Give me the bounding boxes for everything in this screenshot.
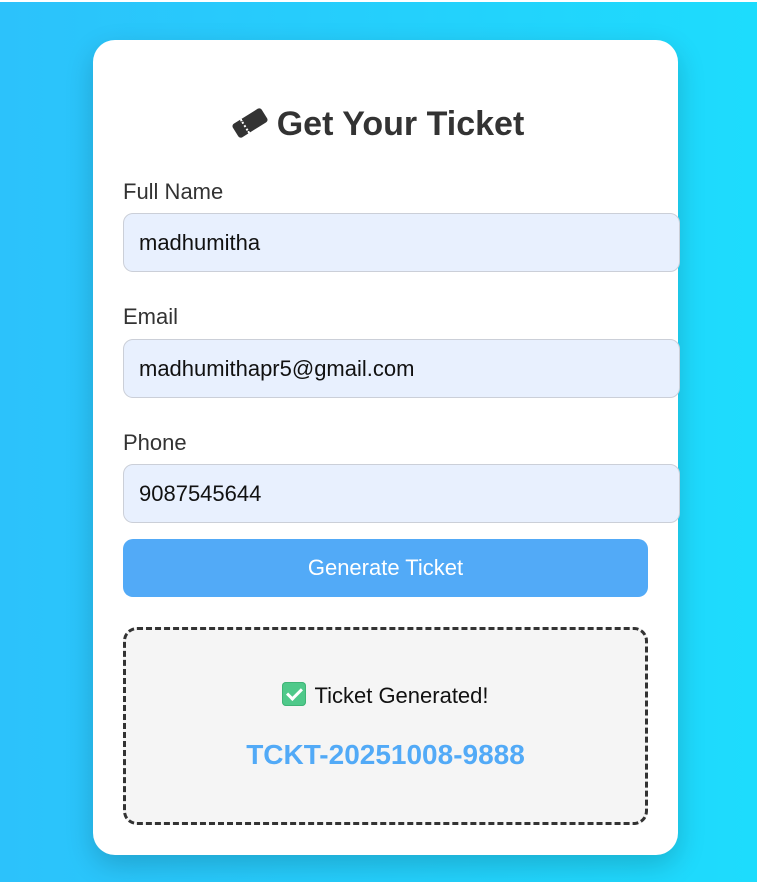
- ticket-result-box: Ticket Generated! TCKT-20251008-9888: [123, 627, 648, 825]
- ticket-status-text: Ticket Generated!: [314, 683, 489, 708]
- full-name-input[interactable]: [123, 213, 680, 272]
- ticket-code: TCKT-20251008-9888: [246, 739, 525, 770]
- ticket-status: Ticket Generated!: [126, 682, 645, 709]
- email-label: Email: [123, 304, 179, 329]
- page-title-text: Get Your Ticket: [276, 105, 525, 143]
- full-name-label: Full Name: [123, 179, 224, 204]
- generate-ticket-button[interactable]: Generate Ticket: [123, 539, 648, 597]
- page-title: Get Your Ticket: [0, 104, 757, 144]
- email-input[interactable]: [123, 339, 680, 398]
- top-strip: [0, 0, 757, 2]
- check-icon: [282, 682, 307, 707]
- phone-label: Phone: [123, 430, 187, 455]
- ticket-icon: [231, 107, 269, 139]
- phone-input[interactable]: [123, 464, 680, 523]
